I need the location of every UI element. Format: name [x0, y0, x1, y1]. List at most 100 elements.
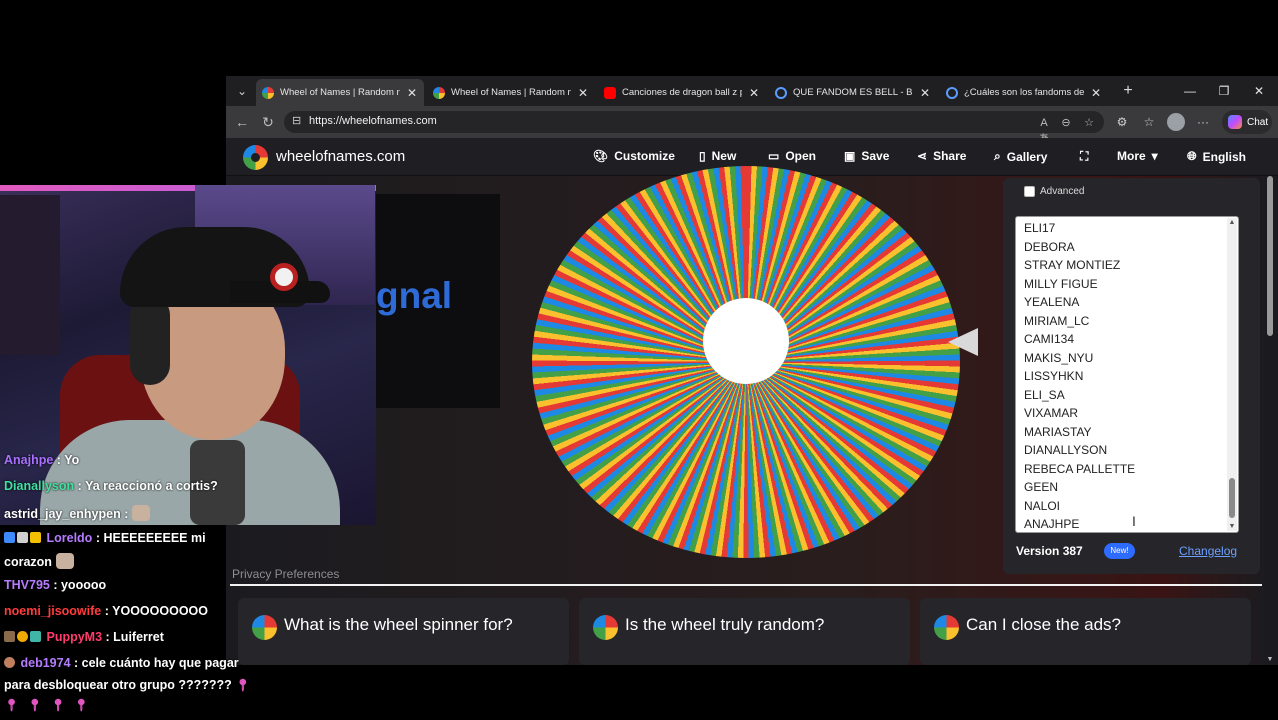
customize-label: Customize: [614, 149, 675, 163]
chat-text: para desbloquear otro grupo ???????: [4, 678, 232, 692]
close-tab-icon[interactable]: ✕: [577, 86, 589, 100]
close-tab-icon[interactable]: ✕: [406, 86, 418, 100]
tab-title: Wheel of Names | Random nam: [451, 87, 571, 98]
entry-item[interactable]: LISSYHKN: [1024, 369, 1083, 383]
close-window-icon[interactable]: ✕: [1247, 81, 1271, 101]
entry-item[interactable]: MIRIAM_LC: [1024, 314, 1089, 328]
share-button[interactable]: ⋖ Share: [917, 149, 966, 163]
version-label: Version 387: [1016, 544, 1083, 558]
minimize-icon[interactable]: —: [1178, 81, 1202, 101]
badge-icon: [17, 532, 28, 543]
wheel-center-hub[interactable]: [703, 298, 789, 384]
chat-text: : YOOOOOOOOO: [104, 604, 208, 618]
file-icon: ▯: [699, 149, 706, 163]
customize-button[interactable]: 🎨︎ Customize: [593, 149, 675, 163]
caret-down-icon: ▾: [1151, 149, 1158, 163]
tab-title: Wheel of Names | Random nam: [280, 87, 400, 98]
entry-item[interactable]: MAKIS_NYU: [1024, 351, 1093, 365]
tab-search-fandom[interactable]: QUE FANDOM ES BELL - Búsqu ✕: [769, 79, 937, 106]
headphones: [130, 295, 170, 385]
close-tab-icon[interactable]: ✕: [1090, 86, 1102, 100]
address-input[interactable]: ⊟ https://wheelofnames.com Aあ ⊖ ☆: [284, 111, 1104, 145]
chat-message: Dianallyson : Ya reaccionó a cortis?: [4, 479, 218, 493]
site-name[interactable]: wheelofnames.com: [276, 148, 405, 165]
restore-icon[interactable]: ❐: [1212, 81, 1236, 101]
profile-avatar-icon[interactable]: [1167, 113, 1185, 131]
tracking-prevention-icon[interactable]: ⊖: [1058, 115, 1074, 131]
advanced-label: Advanced: [1040, 186, 1085, 197]
entry-item[interactable]: ELI17: [1024, 221, 1055, 235]
close-tab-icon[interactable]: ✕: [919, 86, 931, 100]
entry-item[interactable]: GEEN: [1024, 480, 1058, 494]
entry-item[interactable]: NALOI: [1024, 499, 1060, 513]
advanced-checkbox[interactable]: [1024, 186, 1035, 197]
text-cursor-icon: I: [1132, 513, 1136, 529]
palette-icon: 🎨︎: [593, 149, 609, 163]
save-button[interactable]: ▣ Save: [844, 149, 889, 163]
entry-item[interactable]: MILLY FIGUE: [1024, 277, 1098, 291]
chat-message: astrid_jay_enhypen :: [4, 505, 151, 521]
tab-list-chevron-icon[interactable]: ⌄: [232, 82, 252, 100]
entries-scrollbar[interactable]: ▲ ▼: [1227, 218, 1237, 531]
entry-item[interactable]: ANAJHPE: [1024, 517, 1079, 531]
entry-item[interactable]: YEALENA: [1024, 295, 1079, 309]
scroll-thumb[interactable]: [1229, 478, 1235, 518]
search-icon: ⌕: [994, 149, 1001, 163]
entry-item[interactable]: MARIASTAY: [1024, 425, 1092, 439]
tab-wheel-of-names-1[interactable]: Wheel of Names | Random nam ✕: [256, 79, 424, 106]
tab-wheel-of-names-2[interactable]: Wheel of Names | Random nam ✕: [427, 79, 595, 106]
new-button[interactable]: ▯ New: [699, 149, 736, 163]
entry-item[interactable]: STRAY MONTIEZ: [1024, 258, 1120, 272]
share-label: Share: [933, 149, 967, 163]
scroll-up-arrow-icon[interactable]: ▲: [1228, 219, 1236, 226]
reload-icon[interactable]: ↻: [258, 112, 278, 132]
more-dots-icon[interactable]: ···: [1193, 112, 1213, 132]
tab-youtube[interactable]: Canciones de dragon ball z pel ✕: [598, 79, 766, 106]
page-scrollbar[interactable]: ▼: [1266, 176, 1274, 665]
badge-icon: [30, 631, 41, 642]
entry-item[interactable]: DIANALLYSON: [1024, 443, 1107, 457]
entries-panel: Advanced ▲ ▼ I ELI17 DEBORA STRAY MONTIEZ M…: [1003, 178, 1260, 574]
favorite-star-icon[interactable]: ☆: [1081, 115, 1097, 131]
more-menu-button[interactable]: More ▾: [1117, 149, 1158, 163]
divider: [230, 584, 1262, 586]
open-button[interactable]: ▭ Open: [768, 149, 816, 163]
faq-card-spinner-purpose[interactable]: What is the wheel spinner for?: [238, 598, 569, 665]
back-arrow-icon[interactable]: ←: [232, 112, 252, 132]
privacy-preferences-link[interactable]: Privacy Preferences: [232, 567, 339, 581]
wheel-pointer-arrow-icon: [948, 328, 978, 356]
entry-item[interactable]: VIXAMAR: [1024, 406, 1078, 420]
entry-item[interactable]: DEBORA: [1024, 240, 1075, 254]
new-tab-plus-icon[interactable]: +: [1118, 81, 1138, 101]
scroll-down-arrow-icon[interactable]: ▼: [1266, 656, 1274, 663]
close-tab-icon[interactable]: ✕: [748, 86, 760, 100]
faq-card-truly-random[interactable]: Is the wheel truly random?: [579, 598, 910, 665]
main-content: gnal Privacy Preferences Advanced ▲ ▼ I …: [226, 166, 1266, 665]
address-bar-row: ← ↻ ⊟ https://wheelofnames.com Aあ ⊖ ☆ ⚙ …: [226, 106, 1278, 145]
entry-item[interactable]: CAMI134: [1024, 332, 1074, 346]
tab-fandoms-question[interactable]: ¿Cuáles son los fandoms de K ✕: [940, 79, 1108, 106]
entry-item[interactable]: REBECA PALLETTE: [1024, 462, 1135, 476]
favorites-icon[interactable]: ☆: [1139, 112, 1159, 132]
fullscreen-button[interactable]: ⛶: [1080, 149, 1088, 164]
save-disk-icon: ▣: [844, 149, 856, 163]
scroll-down-arrow-icon[interactable]: ▼: [1228, 523, 1236, 530]
chat-message-continued: para desbloquear otro grupo ??????? 📍︎: [4, 678, 259, 692]
entry-item[interactable]: ELI_SA: [1024, 388, 1065, 402]
changelog-link[interactable]: Changelog: [1179, 544, 1237, 558]
chat-username: Loreldo: [46, 531, 93, 545]
page-scroll-thumb[interactable]: [1267, 176, 1273, 336]
site-info-icon[interactable]: ⊟: [292, 114, 301, 127]
gallery-button[interactable]: ⌕ Gallery: [994, 149, 1047, 164]
badge-icon: [17, 631, 28, 642]
translate-icon[interactable]: Aあ: [1036, 115, 1052, 145]
badge-icon: [4, 657, 15, 668]
entries-textarea[interactable]: ▲ ▼ I ELI17 DEBORA STRAY MONTIEZ MILLY FIGU…: [1015, 216, 1239, 533]
faq-card-close-ads[interactable]: Can I close the ads?: [920, 598, 1251, 665]
extensions-icon[interactable]: ⚙: [1112, 112, 1132, 132]
copilot-chat-button[interactable]: Chat: [1222, 110, 1272, 134]
chat-text: : HEEEEEEEEE mi: [95, 531, 206, 545]
language-button[interactable]: 🌐︎ English: [1187, 149, 1246, 164]
wheel-logo-icon[interactable]: [243, 145, 268, 170]
youtube-favicon-icon: [604, 86, 616, 99]
